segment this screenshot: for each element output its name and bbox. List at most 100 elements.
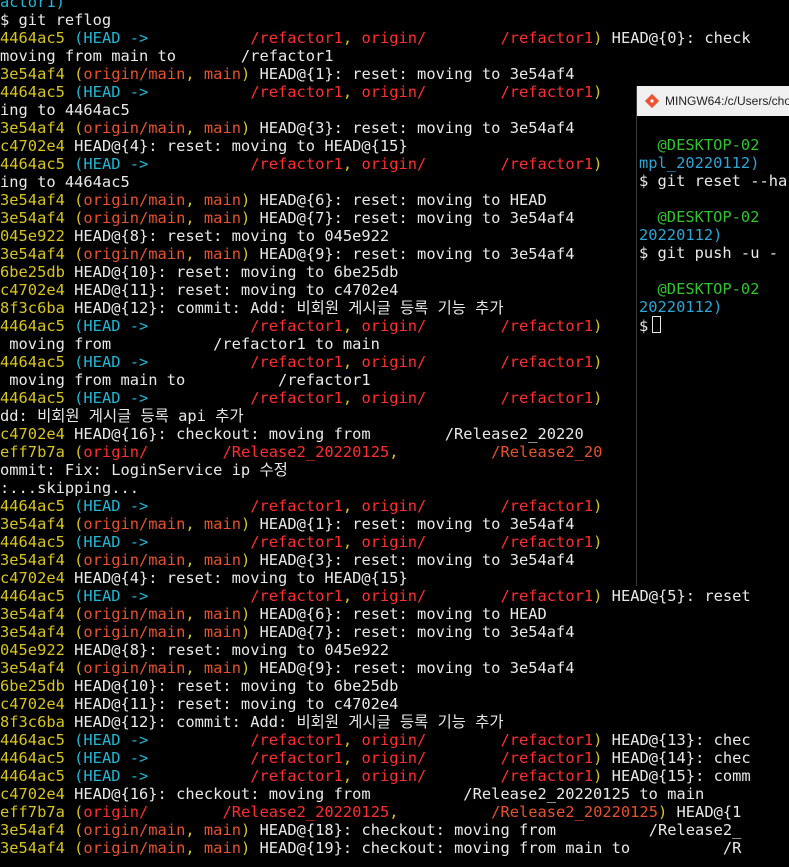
terminal-text-segment: /refactor1: [250, 29, 343, 47]
terminal-text-segment: (HEAD ->: [74, 29, 158, 47]
terminal-line: ing to 4464ac5: [0, 101, 130, 119]
terminal-text-segment: /Release2_20220125: [491, 803, 658, 821]
terminal-line: 3e54af4 (origin/main, main) HEAD@{1}: re…: [0, 515, 575, 533]
terminal-text-segment: main: [203, 119, 241, 137]
terminal-line: 045e922 HEAD@{8}: reset: moving to 045e9…: [0, 641, 389, 659]
terminal-text-segment: HEAD@{6}: reset: moving to HEAD: [259, 191, 547, 209]
terminal-text-segment: ,: [185, 515, 204, 533]
terminal-text-segment: ): [593, 29, 612, 47]
terminal-text-segment: HEAD@{7}: reset: moving to 3e54af4: [259, 623, 575, 641]
terminal-text-segment: mpl_20220112): [639, 154, 760, 172]
terminal-text-segment: HEAD@{4}: reset: moving to HEAD@{15}: [74, 137, 408, 155]
terminal-line: 4464ac5 (HEAD -> /refactor1, origin/ /re…: [0, 587, 751, 605]
terminal-text-segment: origin/: [361, 749, 427, 767]
terminal-text-segment: 4464ac5: [0, 749, 75, 767]
terminal-text-segment: actor1): [0, 0, 65, 11]
terminal-text-segment: ): [240, 605, 260, 623]
terminal-text-segment: origin/: [83, 803, 149, 821]
terminal-text-segment: 6be25db: [0, 677, 75, 695]
terminal-text-segment: ): [240, 839, 260, 857]
terminal-line: moving from main to /refactor1: [0, 371, 370, 389]
terminal-text-segment: HEAD@{3}: reset: moving to 3e54af4: [259, 119, 575, 137]
terminal-line: 4464ac5 (HEAD -> /refactor1, origin/ /re…: [0, 353, 602, 371]
terminal-text-segment: 4464ac5: [0, 533, 75, 551]
terminal-text-segment: 4464ac5: [0, 83, 75, 101]
terminal-text-segment: 3e54af4: [0, 191, 75, 209]
background-terminal-window[interactable]: MINGW64:/c/Users/cho @DESKTOP-02 mpl_2022…: [636, 86, 789, 586]
terminal-text-segment: 4464ac5: [0, 731, 75, 749]
terminal-text-segment: HEAD@{12}: commit: Add: 비회원 게시글 등록 기능 추가: [74, 713, 504, 731]
terminal-text-segment: HEAD@{8}: reset: moving to 045e922: [74, 227, 390, 245]
terminal-line: ommit: Fix: LoginService ip 수정: [0, 461, 288, 479]
terminal-text-segment: $ git push -u -: [639, 244, 778, 262]
terminal-text-segment: ): [240, 623, 260, 641]
terminal-text-segment: ,: [185, 65, 204, 83]
terminal-text-segment: dd: 비회원 게시글 등록 api 추가: [0, 407, 244, 425]
terminal-text-segment: c4702e4: [0, 569, 75, 587]
terminal-line: c4702e4 HEAD@{4}: reset: moving to HEAD@…: [0, 569, 408, 587]
terminal-text-segment: HEAD@{7}: reset: moving to 3e54af4: [259, 209, 575, 227]
terminal-text-segment: c4702e4: [0, 785, 75, 803]
terminal-text-segment: HEAD@{8}: reset: moving to 045e922: [74, 641, 390, 659]
terminal-text-segment: ommit: Fix: LoginService ip 수정: [0, 461, 288, 479]
terminal-text-segment: 4464ac5: [0, 767, 75, 785]
terminal-text-segment: HEAD@{5}: reset: [611, 587, 751, 605]
terminal-text-segment: /refactor1: [250, 317, 343, 335]
terminal-text-segment: origin/: [361, 155, 427, 173]
terminal-text-segment: ): [593, 533, 603, 551]
terminal-text-segment: HEAD@{10}: reset: moving to 6be25db: [74, 677, 399, 695]
terminal-text-segment: HEAD@{6}: reset: moving to HEAD: [259, 605, 547, 623]
terminal-text-segment: HEAD@{1}: reset: moving to 3e54af4: [259, 65, 575, 83]
terminal-text-segment: ): [593, 353, 603, 371]
terminal-text-segment: /Release2_20220125: [222, 443, 390, 461]
terminal-text-segment: origin/: [361, 587, 427, 605]
terminal-text-segment: ,: [185, 623, 204, 641]
terminal-text-segment: HEAD@{9}: reset: moving to 3e54af4: [259, 245, 575, 263]
window-titlebar[interactable]: MINGW64:/c/Users/cho: [637, 86, 789, 116]
terminal-text-segment: ): [240, 191, 260, 209]
terminal-text-segment: ): [593, 767, 612, 785]
terminal-text-segment: origin/main: [83, 209, 186, 227]
terminal-text-segment: /refactor1: [250, 767, 343, 785]
terminal-line: 4464ac5 (HEAD -> /refactor1, origin/ /re…: [0, 155, 602, 173]
terminal-text-segment: origin/main: [83, 659, 186, 677]
terminal-text-segment: ,: [185, 659, 204, 677]
terminal-text-segment: /refactor1: [250, 731, 343, 749]
terminal-text-segment: ): [240, 821, 260, 839]
terminal-line: ing to 4464ac5: [0, 173, 130, 191]
terminal-text-segment: ): [593, 83, 603, 101]
terminal-line: 6be25db HEAD@{10}: reset: moving to 6be2…: [0, 677, 398, 695]
terminal-text-segment: HEAD@{16}: checkout: moving from /Releas…: [74, 785, 705, 803]
terminal-text-segment: origin/: [361, 731, 427, 749]
terminal-text-segment: @DESKTOP-02: [639, 208, 760, 226]
terminal-text-segment: ): [593, 731, 612, 749]
terminal-line: 20220112): [639, 226, 722, 244]
terminal-text-segment: ): [657, 803, 677, 821]
terminal-text-segment: ,: [342, 353, 362, 371]
terminal-line: @DESKTOP-02: [639, 136, 760, 154]
terminal-line: $ git push -u -: [639, 244, 778, 262]
terminal-text-segment: eff7b7a: [0, 803, 75, 821]
terminal-text-segment: 4464ac5: [0, 389, 75, 407]
terminal-text-segment: ,: [342, 389, 362, 407]
terminal-text-segment: 3e54af4: [0, 659, 75, 677]
terminal-text-segment: ): [240, 245, 260, 263]
terminal-text-segment: /refactor1: [500, 155, 594, 173]
terminal-text-segment: c4702e4: [0, 695, 75, 713]
terminal-text-segment: main: [203, 209, 241, 227]
terminal-text-segment: /refactor1: [250, 749, 343, 767]
terminal-line: $: [639, 316, 662, 335]
terminal-text-segment: (HEAD ->: [74, 533, 158, 551]
terminal-line: c4702e4 HEAD@{11}: reset: moving to c470…: [0, 281, 398, 299]
terminal-line: eff7b7a (origin/ /Release2_20220125, /Re…: [0, 443, 602, 461]
terminal-text-segment: HEAD@{4}: reset: moving to HEAD@{15}: [74, 569, 408, 587]
terminal-text-segment: /refactor1: [500, 29, 594, 47]
